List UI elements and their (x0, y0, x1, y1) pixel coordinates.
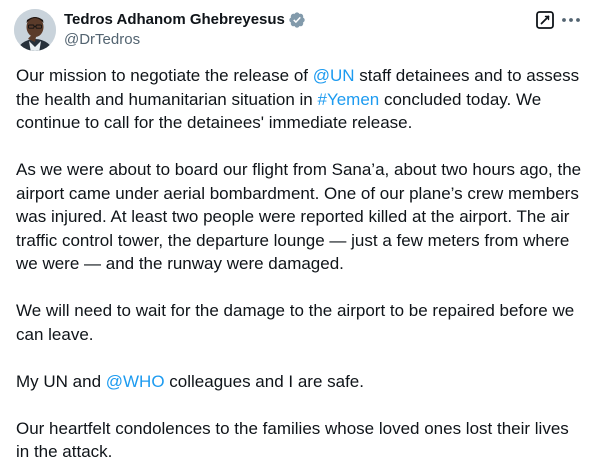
text-segment: colleagues and I are safe. (164, 371, 364, 391)
more-options-icon[interactable] (560, 10, 582, 30)
mention-who-link[interactable]: @WHO (106, 372, 165, 391)
text-segment: My UN and (16, 371, 106, 391)
avatar[interactable] (14, 9, 56, 51)
tweet: Tedros Adhanom Ghebreyesus @DrTedros Our… (0, 0, 597, 473)
tweet-paragraph-2: As we were about to board our flight fro… (16, 160, 582, 273)
author-handle[interactable]: @DrTedros (64, 30, 140, 50)
tweet-text: Our mission to negotiate the release of … (16, 64, 586, 473)
hashtag-yemen-link[interactable]: #Yemen (317, 90, 379, 109)
author-name[interactable]: Tedros Adhanom Ghebreyesus (64, 10, 285, 30)
text-segment: Our mission to negotiate the release of (16, 66, 313, 85)
tweet-paragraph-3: We will need to wait for the damage to t… (16, 301, 575, 344)
grok-icon[interactable] (535, 10, 555, 30)
tweet-paragraph-5: Our heartfelt condolences to the familie… (16, 418, 569, 462)
tweet-paragraph-1: Our mission to negotiate the release of … (16, 64, 586, 135)
mention-un-link[interactable]: @UN (313, 66, 355, 85)
verified-badge-icon[interactable] (288, 11, 306, 29)
tweet-paragraph-4: My UN and @WHO colleagues and I are safe… (16, 370, 586, 394)
avatar-image (14, 9, 56, 51)
